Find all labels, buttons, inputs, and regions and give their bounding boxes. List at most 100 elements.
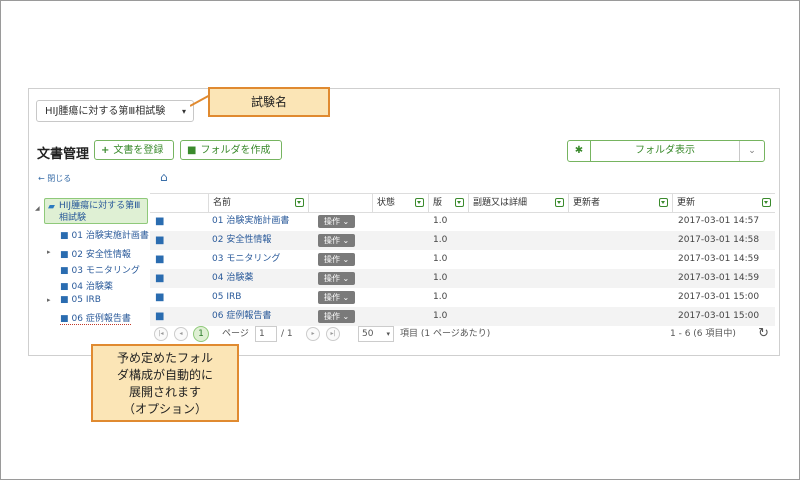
folder-icon: ■	[60, 282, 69, 292]
filter-icon[interactable]	[555, 198, 564, 207]
gear-icon[interactable]: ✱	[568, 141, 591, 161]
table-row[interactable]: ■ 01 治験実施計画書 操作 ⌄ 1.0 2017-03-01 14:57	[150, 212, 775, 231]
header-label: 名前	[213, 198, 232, 208]
filter-icon[interactable]	[455, 198, 464, 207]
tree-item-label: 05 IRB	[71, 295, 101, 305]
tree-item[interactable]: ▸ ■ 05 IRB	[47, 295, 101, 305]
previous-page-icon[interactable]: ◂	[174, 327, 188, 341]
operations-button[interactable]: 操作 ⌄	[318, 310, 356, 323]
home-icon[interactable]: ⌂	[160, 170, 168, 184]
tree-item[interactable]: ■ 04 治験薬	[60, 279, 113, 292]
chevron-down-icon[interactable]: ⌄	[739, 141, 764, 161]
row-name[interactable]: 01 治験実施計画書	[212, 212, 289, 231]
callout-line: （オプション）	[122, 402, 207, 416]
filter-icon[interactable]	[762, 198, 771, 207]
collapse-toggle-icon[interactable]: ◢	[35, 205, 40, 212]
trial-select[interactable]: HIJ腫瘍に対する第Ⅲ相試験 ▾	[36, 100, 194, 122]
operations-button[interactable]: 操作 ⌄	[318, 234, 356, 247]
create-folder-label: フォルダを作成	[200, 145, 271, 156]
pager: |◂ ◂ 1 ページ 1 / 1 ▸ ▸| 50 ▾ 項目 (1 ページあたり) …	[150, 325, 775, 345]
page-input[interactable]: 1	[255, 326, 277, 342]
operations-button[interactable]: 操作 ⌄	[318, 215, 356, 228]
create-folder-button[interactable]: ■ フォルダを作成	[180, 140, 282, 160]
filter-icon[interactable]	[415, 198, 424, 207]
row-version: 1.0	[433, 216, 448, 226]
header-label: 版	[433, 198, 443, 208]
folder-icon: ■	[155, 235, 165, 246]
trial-select-value: HIJ腫瘍に対する第Ⅲ相試験	[45, 106, 166, 117]
operations-button[interactable]: 操作 ⌄	[318, 272, 356, 285]
table-row[interactable]: ■ 03 モニタリング 操作 ⌄ 1.0 2017-03-01 14:59	[150, 250, 775, 269]
table-row[interactable]: ■ 02 安全性情報 操作 ⌄ 1.0 2017-03-01 14:58	[150, 231, 775, 250]
items-per-page-label: 項目 (1 ページあたり)	[400, 329, 491, 339]
folder-icon: ■	[155, 254, 165, 265]
row-updated: 2017-03-01 15:00	[678, 311, 760, 321]
operations-button[interactable]: 操作 ⌄	[318, 291, 356, 304]
tree-item-label: 06 症例報告書	[71, 314, 131, 324]
header-label: 更新	[677, 198, 696, 208]
row-version: 1.0	[433, 254, 448, 264]
header-name[interactable]: 名前	[208, 194, 308, 212]
header-label: 状態	[377, 198, 396, 208]
register-document-label: 文書を登録	[113, 145, 164, 156]
tree-item[interactable]: ■ 01 治験実施計画書	[60, 228, 149, 241]
header-updated-by[interactable]: 更新者	[568, 194, 672, 212]
filter-icon[interactable]	[295, 198, 304, 207]
callout-line: 予め定めたフォル	[116, 351, 213, 365]
folder-icon: ■	[187, 145, 197, 156]
page-title: 文書管理	[37, 147, 90, 162]
tree-root-label: HIJ腫瘍に対する第Ⅲ相試験	[59, 201, 141, 223]
row-name[interactable]: 02 安全性情報	[212, 231, 271, 250]
first-page-icon[interactable]: |◂	[154, 327, 168, 341]
register-document-button[interactable]: + 文書を登録	[94, 140, 174, 160]
tree-item-label: 02 安全性情報	[71, 250, 131, 260]
row-name[interactable]: 03 モニタリング	[212, 250, 280, 269]
next-page-icon[interactable]: ▸	[306, 327, 320, 341]
folder-view-button[interactable]: フォルダ表示	[590, 141, 740, 161]
last-page-icon[interactable]: ▸|	[326, 327, 340, 341]
operations-button[interactable]: 操作 ⌄	[318, 253, 356, 266]
folder-icon: ■	[155, 292, 165, 303]
row-name[interactable]: 05 IRB	[212, 288, 241, 307]
table-row[interactable]: ■ 06 症例報告書 操作 ⌄ 1.0 2017-03-01 15:00	[150, 307, 775, 326]
filter-icon[interactable]	[659, 198, 668, 207]
table-row[interactable]: ■ 05 IRB 操作 ⌄ 1.0 2017-03-01 15:00	[150, 288, 775, 307]
callout-trial-name: 試験名	[208, 87, 330, 117]
header-subtitle[interactable]: 副題又は詳細	[468, 194, 568, 212]
folder-icon: ■	[60, 266, 69, 276]
header-version[interactable]: 版	[428, 194, 468, 212]
close-tree-link[interactable]: ← 閉じる	[38, 173, 71, 184]
page-label: ページ	[222, 329, 249, 339]
tree-item-label: 04 治験薬	[71, 282, 113, 292]
refresh-icon[interactable]: ↻	[758, 325, 769, 343]
row-updated: 2017-03-01 14:57	[678, 216, 760, 226]
folder-open-icon: ▰	[48, 202, 55, 212]
header-label: 更新者	[573, 198, 601, 208]
callout-line: 展開されます	[128, 385, 201, 399]
page-size-select[interactable]: 50 ▾	[358, 326, 394, 342]
tree-item[interactable]: ▸ ■ 02 安全性情報	[47, 247, 131, 260]
folder-icon: ■	[155, 273, 165, 284]
tree-root-node[interactable]: ▰ HIJ腫瘍に対する第Ⅲ相試験	[44, 198, 148, 224]
row-version: 1.0	[433, 292, 448, 302]
folder-view-control: ✱ フォルダ表示 ⌄	[567, 140, 765, 162]
folder-icon: ■	[60, 250, 69, 260]
page-size-value: 50	[362, 329, 374, 339]
header-status[interactable]: 状態	[372, 194, 428, 212]
grid-header: 名前 状態 版 副題又は詳細 更新者 更新	[150, 193, 775, 213]
plus-icon: +	[101, 145, 110, 156]
expand-icon[interactable]: ▸	[47, 296, 51, 304]
tree-item[interactable]: ■ 03 モニタリング	[60, 263, 140, 276]
row-name[interactable]: 04 治験薬	[212, 269, 253, 288]
row-updated: 2017-03-01 14:59	[678, 273, 760, 283]
record-summary: 1 - 6 (6 項目中)	[670, 329, 736, 339]
table-row[interactable]: ■ 04 治験薬 操作 ⌄ 1.0 2017-03-01 14:59	[150, 269, 775, 288]
row-version: 1.0	[433, 235, 448, 245]
current-page-badge[interactable]: 1	[193, 326, 209, 342]
row-name[interactable]: 06 症例報告書	[212, 307, 271, 326]
page-total: / 1	[281, 329, 293, 339]
folder-icon: ■	[60, 314, 69, 324]
tree-item[interactable]: ■ 06 症例報告書	[60, 311, 131, 325]
expand-icon[interactable]: ▸	[47, 248, 51, 256]
header-updated[interactable]: 更新	[672, 194, 775, 212]
